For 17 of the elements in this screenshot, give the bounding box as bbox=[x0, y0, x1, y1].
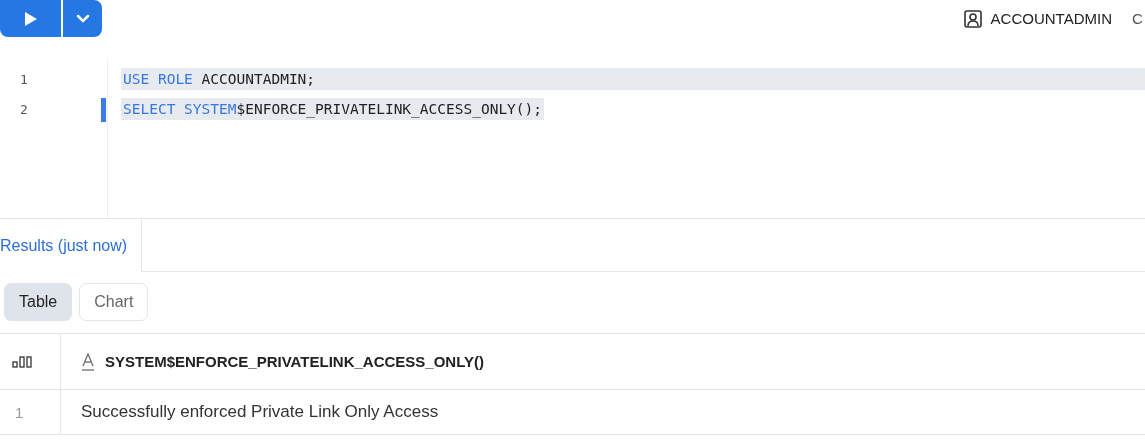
table-cell: Successfully enforced Private Link Only Access bbox=[81, 402, 439, 422]
view-toggle-button[interactable]: Chart bbox=[79, 283, 149, 321]
role-selector[interactable]: ACCOUNTADMIN bbox=[990, 10, 1112, 27]
column-header[interactable]: SYSTEM$ENFORCE_PRIVATELINK_ACCESS_ONLY() bbox=[105, 353, 484, 370]
row-number: 1 bbox=[15, 403, 24, 421]
run-button[interactable] bbox=[0, 0, 61, 37]
user-icon bbox=[962, 8, 983, 29]
view-toggle-button[interactable]: Table bbox=[4, 283, 73, 321]
column-stats-icon bbox=[12, 355, 34, 368]
text-type-icon bbox=[81, 352, 95, 371]
run-options-button[interactable] bbox=[63, 0, 102, 37]
chevron-down-icon bbox=[75, 13, 90, 24]
toolbar-text: C bbox=[1132, 10, 1144, 27]
line-number: 1 bbox=[20, 71, 28, 87]
line-number: 2 bbox=[20, 101, 28, 117]
play-icon bbox=[23, 10, 38, 27]
results-tab[interactable]: Results (just now) bbox=[0, 219, 143, 272]
